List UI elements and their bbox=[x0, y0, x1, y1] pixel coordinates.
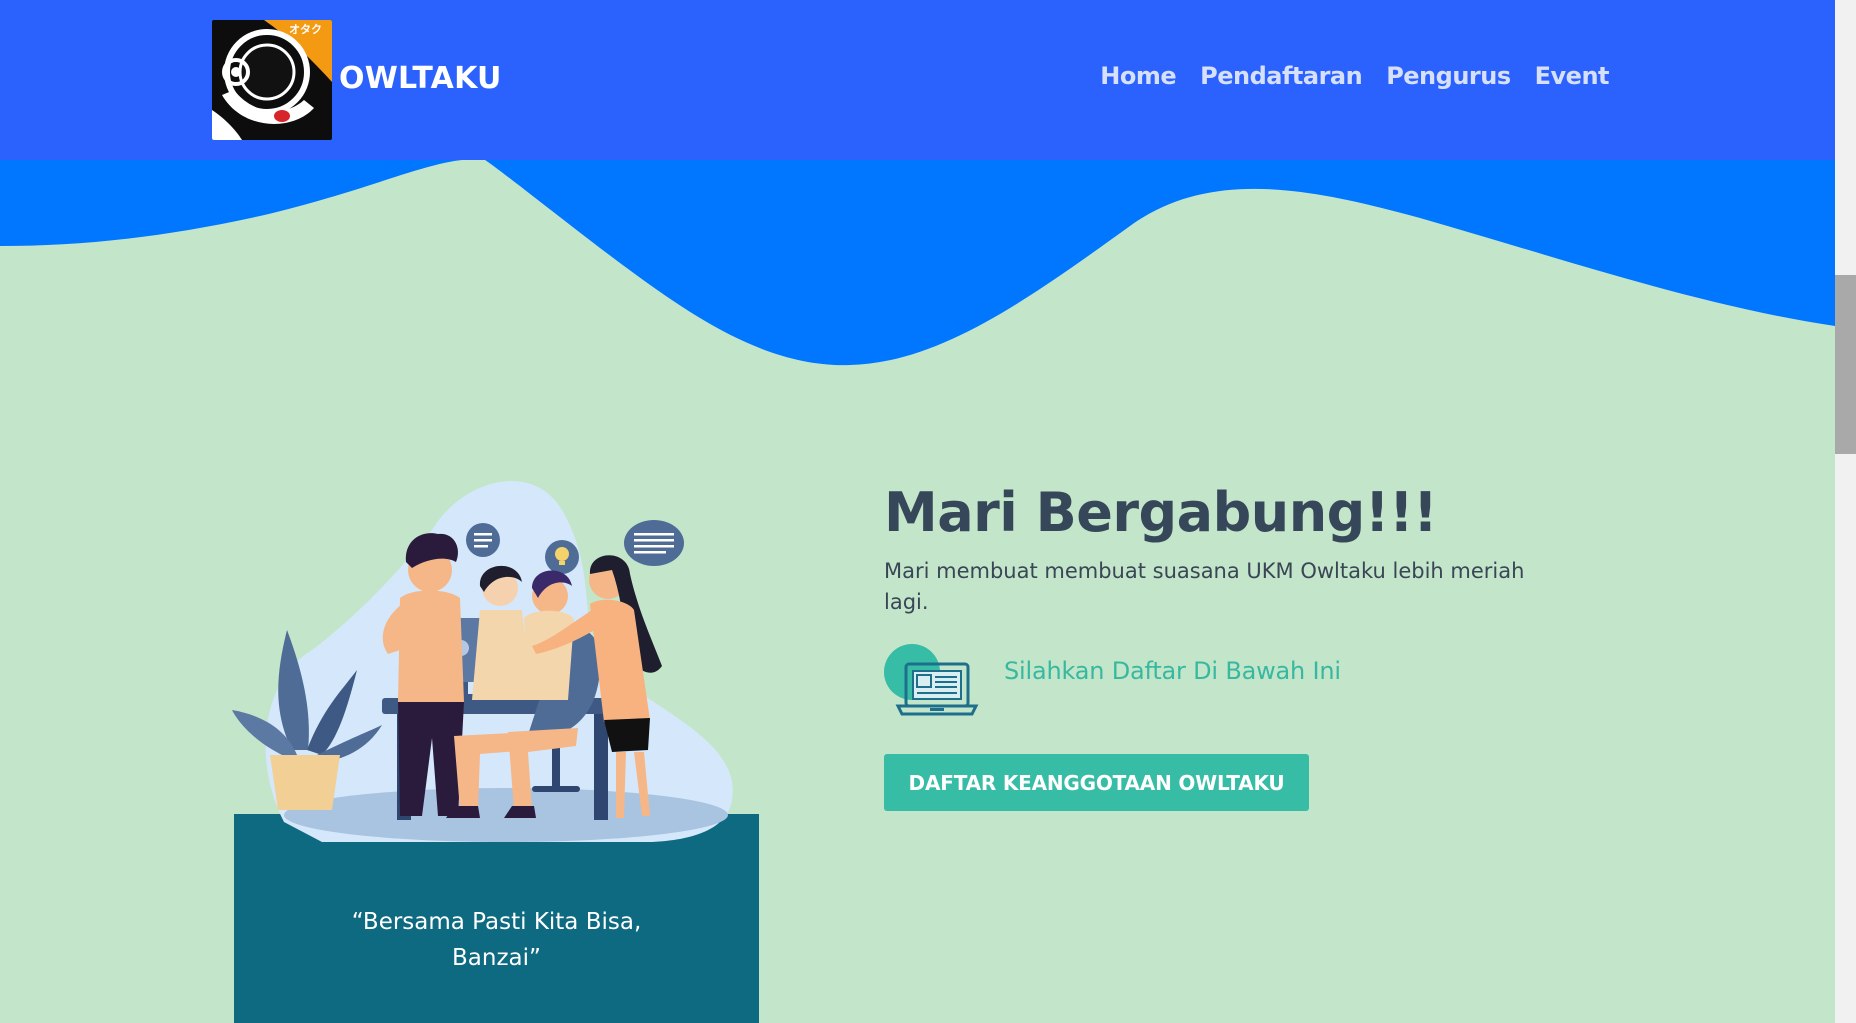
message-bubble-icon bbox=[624, 520, 684, 566]
register-button[interactable]: DAFTAR KEANGGOTAAN OWLTAKU bbox=[884, 754, 1309, 811]
wave-divider bbox=[0, 158, 1835, 366]
join-description: Mari membuat membuat suasana UKM Owltaku… bbox=[884, 559, 1525, 614]
chat-bubble-icon bbox=[466, 523, 500, 557]
nav-pendaftaran[interactable]: Pendaftaran bbox=[1200, 62, 1363, 90]
brand-name: OWLTAKU bbox=[339, 60, 502, 96]
main-nav: Home Pendaftaran Pengurus Event bbox=[1100, 62, 1609, 90]
nav-pengurus[interactable]: Pengurus bbox=[1386, 62, 1511, 90]
brand-link[interactable]: オタク OWLTAKU bbox=[212, 20, 502, 140]
idea-bubble-icon bbox=[545, 540, 579, 574]
site-header: オタク OWLTAKU Home Pendaftaran Pengurus Ev… bbox=[0, 0, 1835, 160]
scrollbar-thumb[interactable] bbox=[1835, 275, 1856, 454]
nav-home[interactable]: Home bbox=[1100, 62, 1176, 90]
quote-text: “Bersama Pasti Kita Bisa, Banzai” bbox=[351, 909, 642, 971]
cta-text: Silahkan Daftar Di Bawah Ini bbox=[1004, 657, 1341, 685]
owl-logo: オタク bbox=[212, 20, 332, 140]
join-section: Mari Bergabung!!! Mari membuat membuat s… bbox=[884, 476, 1564, 811]
scrollbar-track[interactable] bbox=[1835, 0, 1856, 1023]
nav-event[interactable]: Event bbox=[1535, 62, 1610, 90]
team-illustration bbox=[232, 481, 733, 842]
cta-row: Silahkan Daftar Di Bawah Ini bbox=[884, 644, 1341, 724]
join-title: Mari Bergabung!!! bbox=[884, 481, 1438, 544]
logo-text: オタク bbox=[289, 23, 322, 36]
laptop-icon bbox=[884, 644, 979, 716]
